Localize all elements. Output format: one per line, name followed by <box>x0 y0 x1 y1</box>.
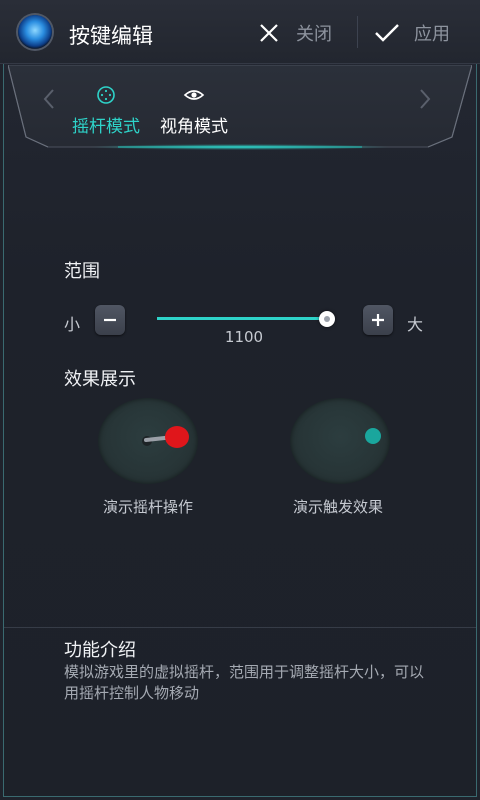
range-min-label: 小 <box>64 315 81 334</box>
tab-label: 摇杆模式 <box>72 117 140 137</box>
range-title: 范围 <box>64 261 100 282</box>
app-logo-icon <box>18 15 52 49</box>
intro-description: 模拟游戏里的虚拟摇杆，范围用于调整摇杆大小，可以用摇杆控制人物移动 <box>64 663 425 702</box>
joystick-demo[interactable] <box>98 398 198 484</box>
demo-title: 效果展示 <box>64 369 136 390</box>
plus-icon <box>372 314 384 326</box>
touch-demo-label: 演示触发效果 <box>292 498 383 516</box>
range-slider-track[interactable] <box>157 317 329 320</box>
close-label: 关闭 <box>296 24 332 45</box>
check-icon <box>375 24 399 42</box>
range-max-label: 大 <box>407 315 424 334</box>
close-button[interactable]: 关闭 <box>258 14 350 52</box>
tab-view-mode[interactable]: 视角模式 <box>154 84 234 144</box>
touch-demo-graphic <box>365 428 381 444</box>
tab-label: 视角模式 <box>160 117 228 137</box>
range-increase-button[interactable] <box>363 305 393 335</box>
eye-icon <box>183 90 205 100</box>
joystick-demo-label: 演示摇杆操作 <box>102 498 193 516</box>
range-value: 1100 <box>224 328 264 346</box>
prev-mode-arrow[interactable] <box>42 88 56 116</box>
page-title: 按键编辑 <box>69 24 153 48</box>
section-divider <box>4 627 476 628</box>
close-icon <box>260 24 278 42</box>
range-decrease-button[interactable] <box>95 305 125 335</box>
touch-demo[interactable] <box>290 398 390 484</box>
apply-label: 应用 <box>414 24 450 45</box>
next-mode-arrow[interactable] <box>418 88 432 116</box>
intro-title: 功能介绍 <box>64 640 136 661</box>
joystick-demo-graphic <box>142 426 189 448</box>
header-divider <box>357 16 358 48</box>
minus-icon <box>104 318 116 322</box>
tab-joystick-mode[interactable]: 摇杆模式 <box>66 84 146 144</box>
title-bar: 按键编辑 关闭 应用 <box>0 0 480 64</box>
joystick-icon <box>97 86 115 104</box>
range-slider-fill <box>157 317 328 320</box>
apply-button[interactable]: 应用 <box>374 14 469 52</box>
